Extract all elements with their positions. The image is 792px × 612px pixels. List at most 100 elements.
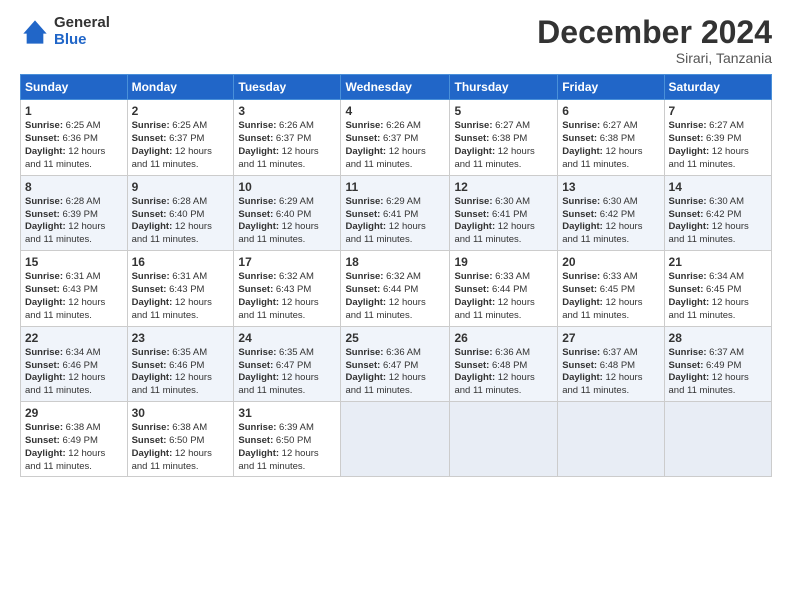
calendar-cell: 22Sunrise: 6:34 AMSunset: 6:46 PMDayligh… — [21, 326, 128, 401]
sunrise-value: 6:28 AM — [172, 196, 207, 207]
daylight-label: Daylight: — [669, 297, 712, 308]
calendar: SundayMondayTuesdayWednesdayThursdayFrid… — [20, 74, 772, 477]
sunset-value: 6:42 PM — [706, 209, 741, 220]
calendar-cell: 17Sunrise: 6:32 AMSunset: 6:43 PMDayligh… — [234, 251, 341, 326]
daylight-label: Daylight: — [345, 297, 388, 308]
sunrise-label: Sunrise: — [132, 271, 173, 282]
day-header-monday: Monday — [127, 75, 234, 100]
sunrise-label: Sunrise: — [562, 120, 603, 131]
sunrise-value: 6:32 AM — [279, 271, 314, 282]
daylight-label: Daylight: — [25, 297, 68, 308]
sunset-label: Sunset: — [669, 209, 706, 220]
daylight-label: Daylight: — [454, 221, 497, 232]
day-number: 18 — [345, 254, 445, 270]
calendar-cell: 11Sunrise: 6:29 AMSunset: 6:41 PMDayligh… — [341, 175, 450, 250]
sunrise-value: 6:31 AM — [66, 271, 101, 282]
day-number: 23 — [132, 330, 230, 346]
calendar-cell — [341, 401, 450, 476]
day-number: 5 — [454, 103, 553, 119]
sunrise-value: 6:30 AM — [603, 196, 638, 207]
daylight-label: Daylight: — [238, 221, 281, 232]
sunrise-label: Sunrise: — [25, 120, 66, 131]
day-number: 2 — [132, 103, 230, 119]
calendar-cell — [664, 401, 771, 476]
sunset-value: 6:37 PM — [383, 133, 418, 144]
day-number: 30 — [132, 405, 230, 421]
day-number: 20 — [562, 254, 659, 270]
sunrise-value: 6:29 AM — [386, 196, 421, 207]
sunrise-value: 6:30 AM — [709, 196, 744, 207]
logo-blue: Blue — [54, 32, 110, 49]
daylight-label: Daylight: — [454, 372, 497, 383]
sunrise-label: Sunrise: — [25, 347, 66, 358]
daylight-label: Daylight: — [25, 448, 68, 459]
week-row-1: 1Sunrise: 6:25 AMSunset: 6:36 PMDaylight… — [21, 100, 772, 175]
daylight-label: Daylight: — [345, 221, 388, 232]
sunset-value: 6:42 PM — [600, 209, 635, 220]
sunset-value: 6:47 PM — [383, 360, 418, 371]
sunset-value: 6:36 PM — [62, 133, 97, 144]
sunrise-value: 6:32 AM — [386, 271, 421, 282]
sunrise-label: Sunrise: — [345, 120, 386, 131]
month-title: December 2024 — [537, 15, 772, 50]
sunset-value: 6:37 PM — [169, 133, 204, 144]
sunset-value: 6:43 PM — [276, 284, 311, 295]
daylight-label: Daylight: — [132, 448, 175, 459]
sunrise-value: 6:25 AM — [66, 120, 101, 131]
sunrise-label: Sunrise: — [238, 120, 279, 131]
sunset-label: Sunset: — [345, 209, 382, 220]
sunrise-label: Sunrise: — [25, 196, 66, 207]
calendar-cell: 24Sunrise: 6:35 AMSunset: 6:47 PMDayligh… — [234, 326, 341, 401]
sunrise-value: 6:28 AM — [66, 196, 101, 207]
sunset-value: 6:44 PM — [492, 284, 527, 295]
calendar-cell: 4Sunrise: 6:26 AMSunset: 6:37 PMDaylight… — [341, 100, 450, 175]
day-header-tuesday: Tuesday — [234, 75, 341, 100]
sunrise-value: 6:34 AM — [66, 347, 101, 358]
day-number: 14 — [669, 179, 767, 195]
day-header-thursday: Thursday — [450, 75, 558, 100]
calendar-cell: 21Sunrise: 6:34 AMSunset: 6:45 PMDayligh… — [664, 251, 771, 326]
day-number: 28 — [669, 330, 767, 346]
sunset-label: Sunset: — [454, 209, 491, 220]
sunrise-value: 6:27 AM — [495, 120, 530, 131]
calendar-cell: 6Sunrise: 6:27 AMSunset: 6:38 PMDaylight… — [558, 100, 664, 175]
sunrise-label: Sunrise: — [345, 196, 386, 207]
sunset-label: Sunset: — [669, 284, 706, 295]
daylight-label: Daylight: — [669, 372, 712, 383]
calendar-cell: 30Sunrise: 6:38 AMSunset: 6:50 PMDayligh… — [127, 401, 234, 476]
sunset-label: Sunset: — [25, 435, 62, 446]
sunrise-label: Sunrise: — [132, 120, 173, 131]
calendar-cell: 18Sunrise: 6:32 AMSunset: 6:44 PMDayligh… — [341, 251, 450, 326]
sunrise-value: 6:38 AM — [172, 422, 207, 433]
sunset-value: 6:38 PM — [600, 133, 635, 144]
sunset-value: 6:49 PM — [62, 435, 97, 446]
location: Sirari, Tanzania — [537, 50, 772, 66]
sunrise-value: 6:30 AM — [495, 196, 530, 207]
sunrise-label: Sunrise: — [454, 347, 495, 358]
sunset-label: Sunset: — [562, 209, 599, 220]
calendar-cell: 1Sunrise: 6:25 AMSunset: 6:36 PMDaylight… — [21, 100, 128, 175]
logo-general: General — [54, 15, 110, 32]
sunrise-value: 6:34 AM — [709, 271, 744, 282]
calendar-cell: 14Sunrise: 6:30 AMSunset: 6:42 PMDayligh… — [664, 175, 771, 250]
header: General Blue December 2024 Sirari, Tanza… — [20, 15, 772, 66]
sunset-label: Sunset: — [238, 133, 275, 144]
day-number: 27 — [562, 330, 659, 346]
sunset-value: 6:48 PM — [492, 360, 527, 371]
day-number: 9 — [132, 179, 230, 195]
sunset-label: Sunset: — [562, 360, 599, 371]
sunset-label: Sunset: — [454, 360, 491, 371]
day-number: 12 — [454, 179, 553, 195]
sunrise-value: 6:29 AM — [279, 196, 314, 207]
sunset-label: Sunset: — [454, 284, 491, 295]
sunset-value: 6:48 PM — [600, 360, 635, 371]
sunrise-label: Sunrise: — [132, 422, 173, 433]
daylight-label: Daylight: — [562, 297, 605, 308]
day-header-sunday: Sunday — [21, 75, 128, 100]
sunset-label: Sunset: — [25, 284, 62, 295]
calendar-cell: 3Sunrise: 6:26 AMSunset: 6:37 PMDaylight… — [234, 100, 341, 175]
day-number: 4 — [345, 103, 445, 119]
sunset-label: Sunset: — [132, 133, 169, 144]
sunrise-label: Sunrise: — [238, 347, 279, 358]
sunrise-label: Sunrise: — [238, 422, 279, 433]
